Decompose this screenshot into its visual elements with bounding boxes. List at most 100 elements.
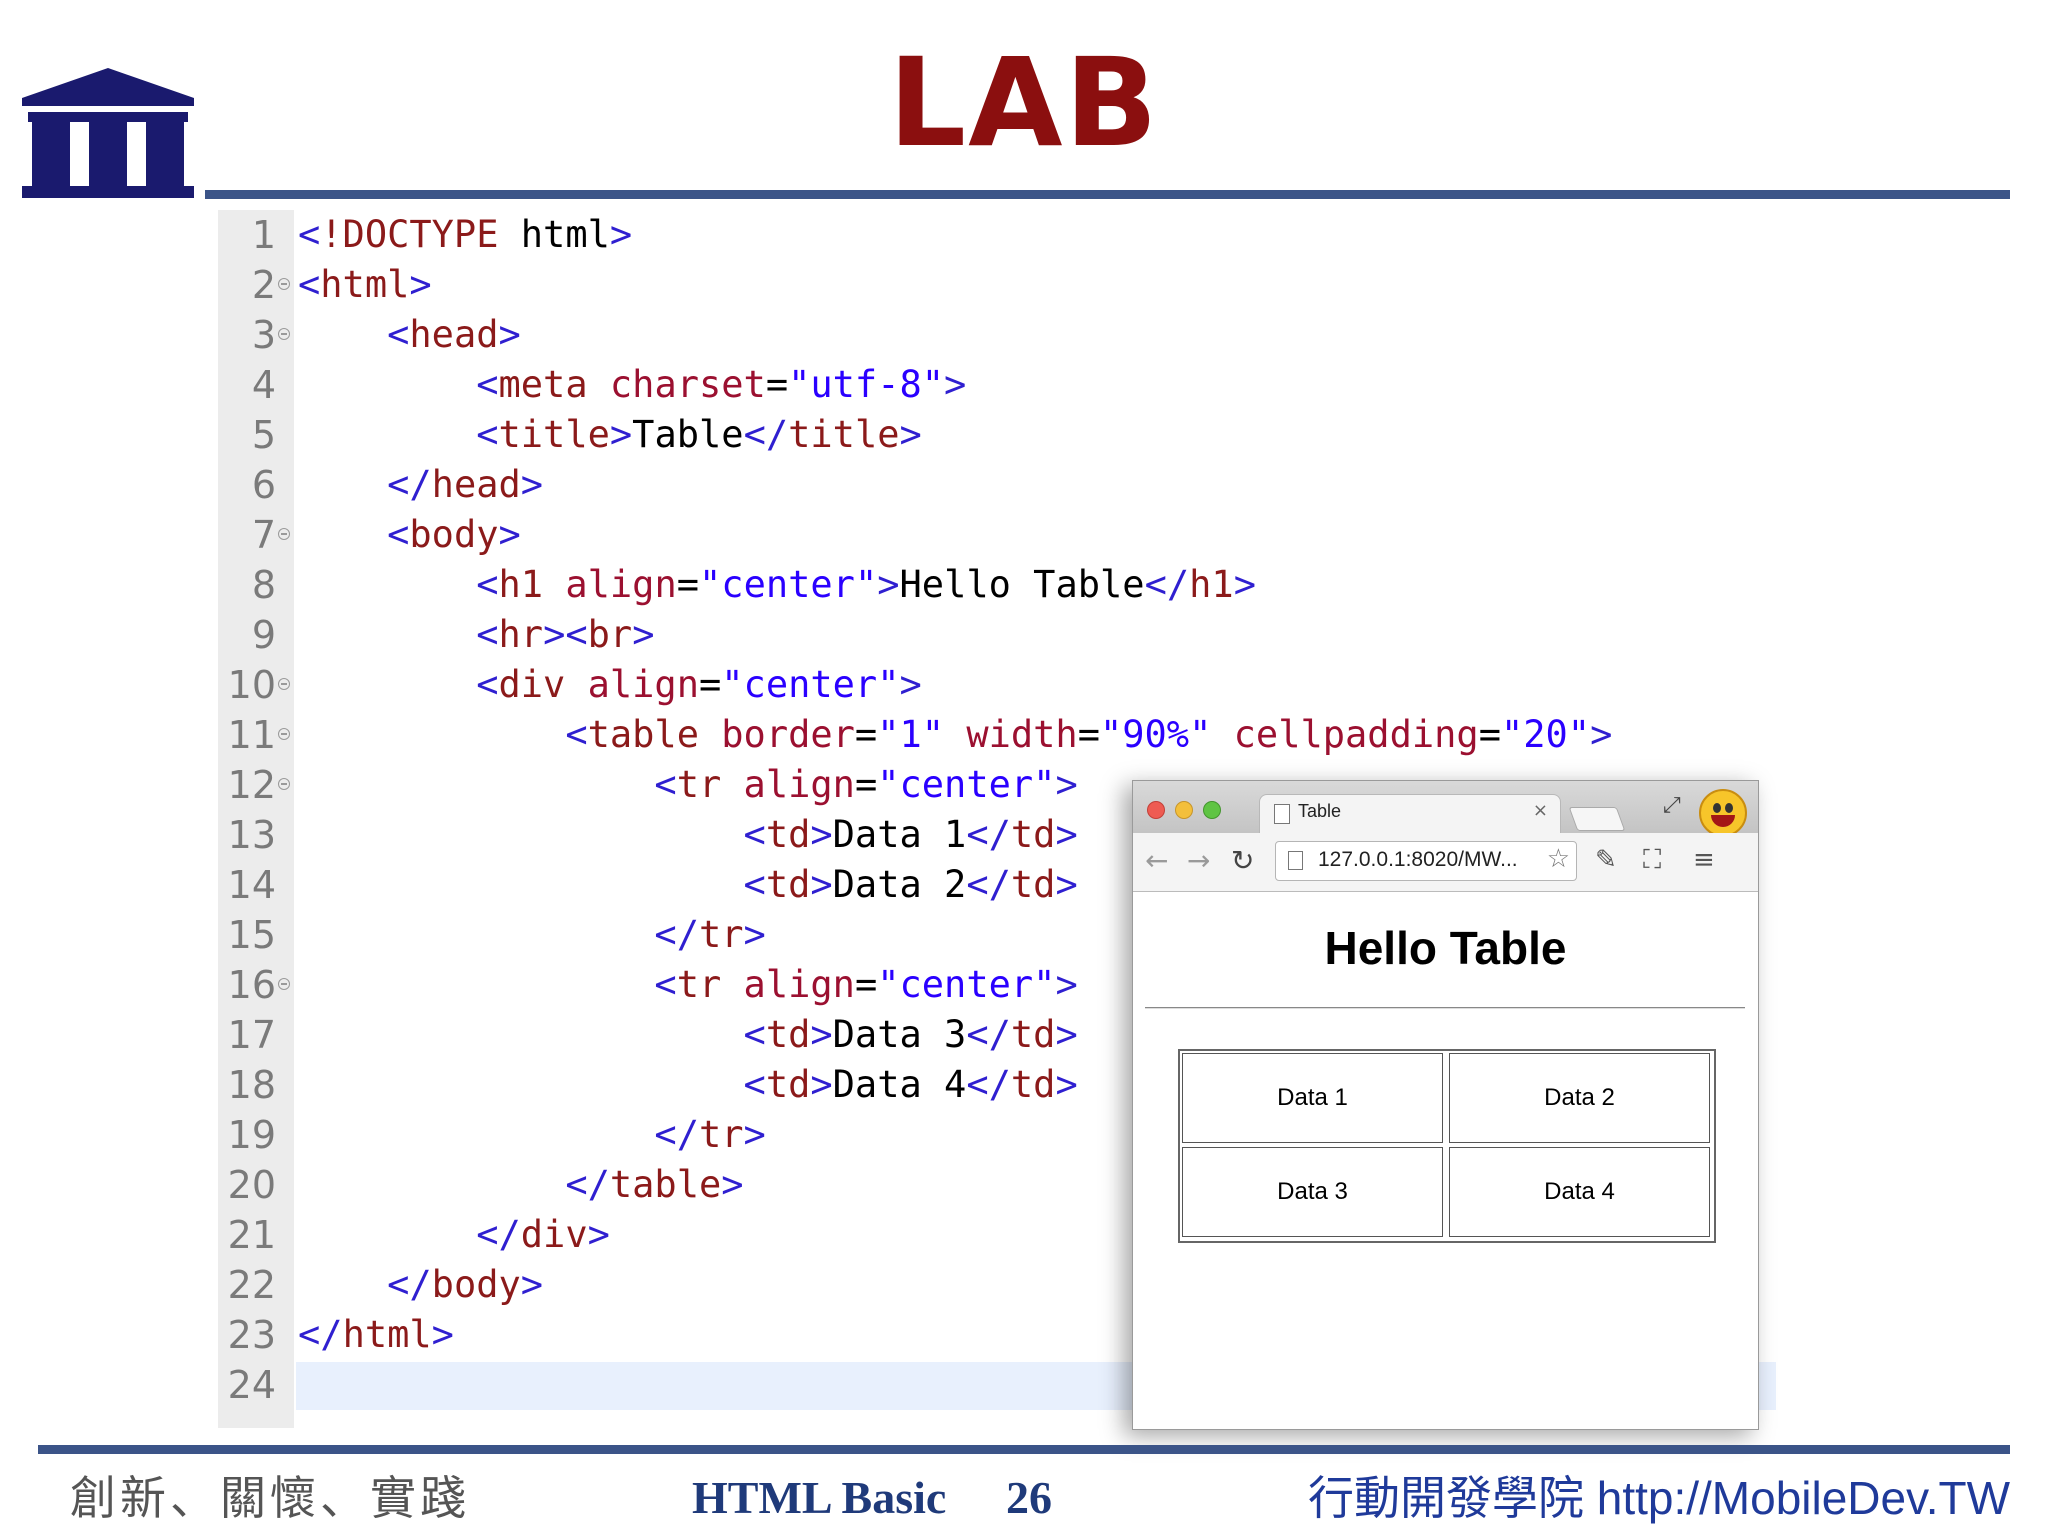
- page-heading: Hello Table: [1324, 922, 1567, 974]
- code-text: </body>: [387, 1263, 544, 1306]
- code-text: </tr>: [654, 1113, 766, 1156]
- fold-toggle-icon[interactable]: [278, 778, 290, 790]
- fold-toggle-icon[interactable]: [278, 728, 290, 740]
- page-icon: [1288, 851, 1303, 870]
- resize-icon[interactable]: ⤢: [1663, 793, 1681, 818]
- fold-toggle-icon[interactable]: [278, 678, 290, 690]
- code-text: </table>: [565, 1163, 744, 1206]
- back-arrow-icon[interactable]: ←: [1145, 845, 1168, 877]
- code-text: <meta charset="utf-8">: [476, 363, 967, 406]
- code-text: <hr><br>: [476, 613, 655, 656]
- line-number: 10: [227, 663, 276, 707]
- code-text: <head>: [387, 313, 521, 356]
- footer-website: 行動開發學院 http://MobileDev.TW: [1307, 1472, 2010, 1524]
- browser-tab-bar: Table × ⤢: [1133, 781, 1758, 837]
- edit-icon[interactable]: ✎: [1595, 845, 1617, 875]
- fullscreen-icon[interactable]: ⛶: [1643, 845, 1661, 875]
- header-divider: [205, 190, 2010, 199]
- code-line[interactable]: 10 <div align="center">: [218, 660, 1778, 710]
- code-text: <div align="center">: [476, 663, 922, 706]
- code-text: <title>Table</title>: [476, 413, 922, 456]
- code-line[interactable]: 4 <meta charset="utf-8">: [218, 360, 1778, 410]
- page-table: Data 1 Data 2 Data 3 Data 4: [1178, 1049, 1716, 1243]
- footer-divider: [38, 1445, 2010, 1454]
- fold-toggle-icon[interactable]: [278, 528, 290, 540]
- line-number: 14: [227, 863, 276, 907]
- code-text: <tr align="center">: [654, 763, 1078, 806]
- close-window-icon[interactable]: [1147, 801, 1165, 819]
- line-number: 3: [251, 313, 276, 357]
- tab-title: Table: [1298, 801, 1342, 821]
- code-text: <td>Data 3</td>: [743, 1013, 1078, 1056]
- line-number: 6: [251, 463, 276, 507]
- page-number: 26: [1006, 1472, 1052, 1523]
- line-number: 4: [251, 363, 276, 407]
- forward-arrow-icon[interactable]: →: [1187, 845, 1210, 877]
- slide-title: LAB: [888, 32, 1160, 174]
- line-number: 1: [251, 213, 276, 257]
- tab-close-icon[interactable]: ×: [1533, 800, 1548, 821]
- line-number: 20: [227, 1163, 276, 1207]
- address-bar[interactable]: 127.0.0.1:8020/MW... ☆: [1275, 841, 1577, 881]
- browser-toolbar: ← → ↻ 127.0.0.1:8020/MW... ☆ ✎ ⛶ ≡: [1133, 833, 1758, 892]
- code-text: <h1 align="center">Hello Table</h1>: [476, 563, 1256, 606]
- line-number: 7: [251, 513, 276, 557]
- line-number: 19: [227, 1113, 276, 1157]
- smiley-icon: [1699, 789, 1747, 837]
- code-line[interactable]: 5 <title>Table</title>: [218, 410, 1778, 460]
- line-number: 2: [251, 263, 276, 307]
- code-text: </div>: [476, 1213, 610, 1256]
- code-line[interactable]: 7 <body>: [218, 510, 1778, 560]
- code-text: <tr align="center">: [654, 963, 1078, 1006]
- code-line[interactable]: 3 <head>: [218, 310, 1778, 360]
- minimize-window-icon[interactable]: [1175, 801, 1193, 819]
- line-number: 9: [251, 613, 276, 657]
- footer-course-title: HTML Basic: [692, 1472, 947, 1523]
- browser-window: Table × ⤢ ← → ↻ 127.0.0.1:8020/MW... ☆ ✎…: [1132, 780, 1759, 1430]
- code-text: <table border="1" width="90%" cellpaddin…: [565, 713, 1613, 756]
- line-number: 8: [251, 563, 276, 607]
- line-number: 23: [227, 1313, 276, 1357]
- code-line[interactable]: 1 <!DOCTYPE html>: [218, 210, 1778, 260]
- line-number: 22: [227, 1263, 276, 1307]
- code-text: <td>Data 1</td>: [743, 813, 1078, 856]
- page-icon: [1274, 804, 1290, 824]
- line-number: 5: [251, 413, 276, 457]
- code-line[interactable]: 2 <html>: [218, 260, 1778, 310]
- line-number: 17: [227, 1013, 276, 1057]
- line-number: 13: [227, 813, 276, 857]
- code-line[interactable]: 11 <table border="1" width="90%" cellpad…: [218, 710, 1778, 760]
- table-cell: Data 4: [1449, 1147, 1710, 1237]
- fold-toggle-icon[interactable]: [278, 328, 290, 340]
- code-text: </tr>: [654, 913, 766, 956]
- browser-tab[interactable]: Table ×: [1259, 794, 1561, 835]
- maximize-window-icon[interactable]: [1203, 801, 1221, 819]
- code-text: <!DOCTYPE html>: [298, 213, 633, 256]
- new-tab-button[interactable]: [1568, 807, 1626, 831]
- line-number: 11: [227, 713, 276, 757]
- fold-toggle-icon[interactable]: [278, 278, 290, 290]
- fold-toggle-icon[interactable]: [278, 978, 290, 990]
- line-number: 16: [227, 963, 276, 1007]
- menu-icon[interactable]: ≡: [1693, 845, 1715, 875]
- code-line[interactable]: 8 <h1 align="center">Hello Table</h1>: [218, 560, 1778, 610]
- code-text: </head>: [387, 463, 544, 506]
- code-line[interactable]: 6 </head>: [218, 460, 1778, 510]
- line-number: 15: [227, 913, 276, 957]
- line-number: 12: [227, 763, 276, 807]
- line-number: 24: [227, 1363, 276, 1407]
- code-line[interactable]: 9 <hr><br>: [218, 610, 1778, 660]
- page-horizontal-rule: [1145, 1007, 1745, 1009]
- code-text: <html>: [298, 263, 432, 306]
- line-number: 21: [227, 1213, 276, 1257]
- line-number: 18: [227, 1063, 276, 1107]
- code-text: <td>Data 4</td>: [743, 1063, 1078, 1106]
- code-text: <body>: [387, 513, 521, 556]
- address-url: 127.0.0.1:8020/MW...: [1318, 848, 1518, 871]
- table-cell: Data 3: [1182, 1147, 1443, 1237]
- footer-motto: 創新、關懷、實踐: [70, 1471, 470, 1525]
- star-icon[interactable]: ☆: [1547, 844, 1570, 874]
- code-text: <td>Data 2</td>: [743, 863, 1078, 906]
- table-cell: Data 2: [1449, 1053, 1710, 1143]
- reload-icon[interactable]: ↻: [1231, 845, 1254, 877]
